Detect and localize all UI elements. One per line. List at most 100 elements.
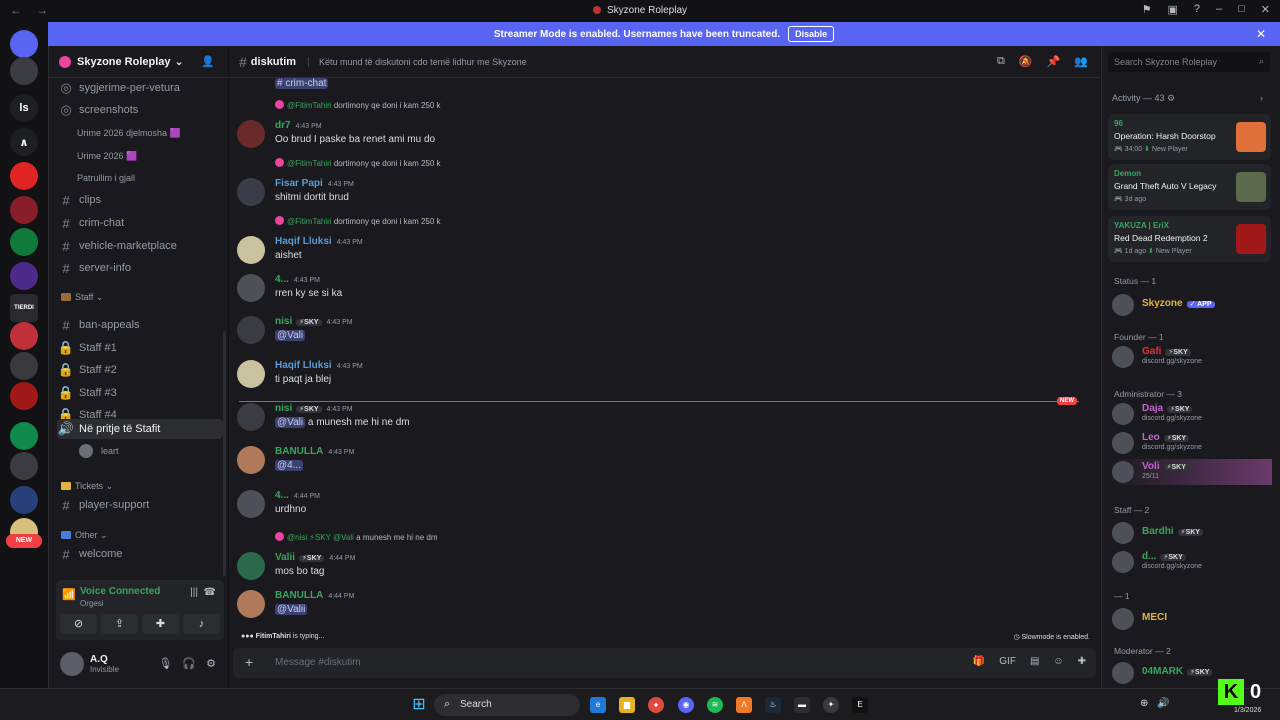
signal-icon[interactable]: 📶: [62, 588, 76, 601]
avatar[interactable]: [237, 590, 265, 618]
member-item[interactable]: Bardhi ⚡SKY: [1112, 520, 1272, 546]
server-icon[interactable]: [10, 486, 38, 514]
activity-card[interactable]: 96 Operation: Harsh Doorstop 🎮 34:00 ⬇ New…: [1108, 114, 1271, 160]
member-item[interactable]: Leo ⚡SKY discord.gg/skyzone: [1112, 430, 1272, 456]
channel-item[interactable]: ◎ screenshots: [57, 100, 223, 120]
message-author[interactable]: 4...: [275, 490, 289, 501]
close-window-button[interactable]: ✕: [1261, 3, 1270, 16]
reply-preview[interactable]: @FitimTahiri dortimony qe doni i kam 250…: [275, 216, 441, 226]
microphone-icon[interactable]: 🎙: [158, 657, 172, 670]
server-icon[interactable]: [10, 352, 38, 380]
channel-item[interactable]: # player-support: [57, 495, 223, 515]
channel-item[interactable]: 🔒 Staff #2: [57, 360, 223, 380]
voice-channel-item[interactable]: 🔊 Në pritje të Stafit: [57, 419, 223, 439]
avatar[interactable]: [237, 552, 265, 580]
server-icon[interactable]: [10, 382, 38, 410]
camera-button[interactable]: ⊘: [60, 614, 97, 634]
gear-icon[interactable]: ⚙: [206, 657, 216, 670]
avatar[interactable]: [237, 120, 265, 148]
help-icon[interactable]: ?: [1194, 3, 1200, 16]
reply-preview[interactable]: @FitimTahiri dortimony qe doni i kam 250…: [275, 158, 441, 168]
steam-icon[interactable]: ♨: [765, 697, 781, 713]
channel-item[interactable]: # vehicle-marketplace: [57, 236, 223, 256]
activity-card[interactable]: YAKUZA | EriX Red Dead Redemption 2 🎮 1d a…: [1108, 216, 1271, 262]
add-attachment-icon[interactable]: +: [245, 654, 253, 670]
activities-button[interactable]: ✚: [142, 614, 179, 634]
message-author[interactable]: BANULLA: [275, 590, 323, 601]
channel-item[interactable]: # crim-chat: [57, 213, 223, 233]
avatar[interactable]: [237, 316, 265, 344]
member-item[interactable]: Daja ⚡SKY discord.gg/skyzone: [1112, 401, 1272, 427]
server-icon[interactable]: [10, 57, 38, 85]
message-author[interactable]: Valii: [275, 552, 295, 563]
channel-item[interactable]: Patrullim i gjall: [77, 168, 243, 188]
member-item[interactable]: Voli ⚡SKY 25/11: [1112, 459, 1272, 485]
scrollbar[interactable]: [223, 331, 226, 576]
server-header[interactable]: Skyzone Roleplay ⌄ 👤: [49, 46, 229, 78]
voice-channel-name[interactable]: Orgesi: [80, 599, 104, 608]
search-input[interactable]: Search Skyzone Roleplay ⌕: [1108, 52, 1270, 72]
server-icon[interactable]: [10, 162, 38, 190]
headphones-icon[interactable]: 🎧: [182, 657, 196, 670]
message-author[interactable]: 4...: [275, 274, 289, 285]
avatar[interactable]: [237, 274, 265, 302]
activity-card[interactable]: Demon Grand Theft Auto V Legacy 🎮 3d ago: [1108, 164, 1271, 210]
member-list-icon[interactable]: 👥: [1074, 55, 1088, 68]
apps-icon[interactable]: ✚: [1078, 656, 1086, 667]
avatar[interactable]: [60, 652, 84, 676]
message-author[interactable]: nisi: [275, 403, 292, 414]
epic-games-icon[interactable]: E: [852, 697, 868, 713]
server-icon[interactable]: ls: [10, 94, 38, 122]
member-item[interactable]: MECI: [1112, 606, 1272, 632]
server-icon[interactable]: ∧: [10, 128, 38, 156]
taskbar-date[interactable]: 1/3/2026: [1234, 707, 1261, 714]
channel-item[interactable]: 🔒 Staff #1: [57, 338, 223, 358]
server-icon[interactable]: [10, 228, 38, 256]
avatar[interactable]: [237, 360, 265, 388]
server-icon[interactable]: TIERDI: [10, 294, 38, 322]
message-author[interactable]: nisi: [275, 316, 292, 327]
voice-user[interactable]: leart: [79, 444, 119, 458]
channel-mention[interactable]: # crim-chat: [275, 78, 329, 89]
server-icon[interactable]: [10, 422, 38, 450]
channel-item[interactable]: 🔒 Staff #3: [57, 383, 223, 403]
user-panel[interactable]: A.Q Invisible 🎙 🎧 ⚙: [56, 645, 224, 683]
avatar[interactable]: [237, 490, 265, 518]
reply-preview[interactable]: @nisi ⚡SKY @Vali a munesh me hi ne dm: [275, 532, 438, 542]
gift-icon[interactable]: 🎁: [973, 656, 985, 667]
message-composer[interactable]: + Message #diskutim 🎁 GIF ▤ ☺ ✚: [233, 648, 1096, 678]
pin-icon[interactable]: 📌: [1047, 55, 1061, 68]
chrome-icon[interactable]: ●: [648, 697, 664, 713]
user-mention[interactable]: @Vali: [275, 417, 306, 428]
message-input[interactable]: Message #diskutim: [275, 657, 361, 668]
inbox-flag-icon[interactable]: ⚑: [1142, 3, 1152, 16]
avatar[interactable]: [237, 446, 265, 474]
network-icon[interactable]: ⊕: [1140, 698, 1148, 709]
channel-item[interactable]: # ban-appeals: [57, 315, 223, 335]
user-mention[interactable]: @Valii: [275, 604, 308, 615]
file-explorer-icon[interactable]: ▆: [619, 697, 635, 713]
message-author[interactable]: Fisar Papi: [275, 178, 323, 189]
noise-icon[interactable]: |||: [190, 587, 198, 598]
notification-bell-icon[interactable]: 🔕: [1019, 55, 1033, 68]
channel-item[interactable]: ◎ sygjerime-per-vetura: [57, 78, 223, 98]
message-author[interactable]: Haqif Lluksi: [275, 360, 332, 371]
emoji-icon[interactable]: ☺: [1053, 656, 1063, 667]
windows-start-icon[interactable]: ⊞: [410, 696, 428, 714]
member-item[interactable]: Skyzone ✓ APP: [1112, 292, 1272, 318]
close-icon[interactable]: ✕: [1256, 27, 1266, 41]
minimize-button[interactable]: –: [1216, 3, 1222, 16]
voice-status[interactable]: Voice Connected: [80, 586, 160, 597]
channel-item[interactable]: # clips: [57, 190, 223, 210]
activity-header[interactable]: Activity — 43 ⚙ ›: [1112, 93, 1263, 104]
chevron-right-icon[interactable]: ›: [1260, 93, 1263, 103]
user-mention[interactable]: @4...: [275, 460, 304, 471]
server-icon[interactable]: [10, 452, 38, 480]
threads-icon[interactable]: ⧉: [997, 55, 1005, 68]
app-icon[interactable]: ▬: [794, 697, 810, 713]
taskbar-search[interactable]: ⌕ Search: [434, 694, 580, 716]
disable-button[interactable]: Disable: [788, 26, 835, 42]
sticker-icon[interactable]: ▤: [1030, 656, 1039, 667]
message-author[interactable]: dr7: [275, 120, 291, 131]
soundboard-button[interactable]: ♪: [183, 614, 220, 634]
